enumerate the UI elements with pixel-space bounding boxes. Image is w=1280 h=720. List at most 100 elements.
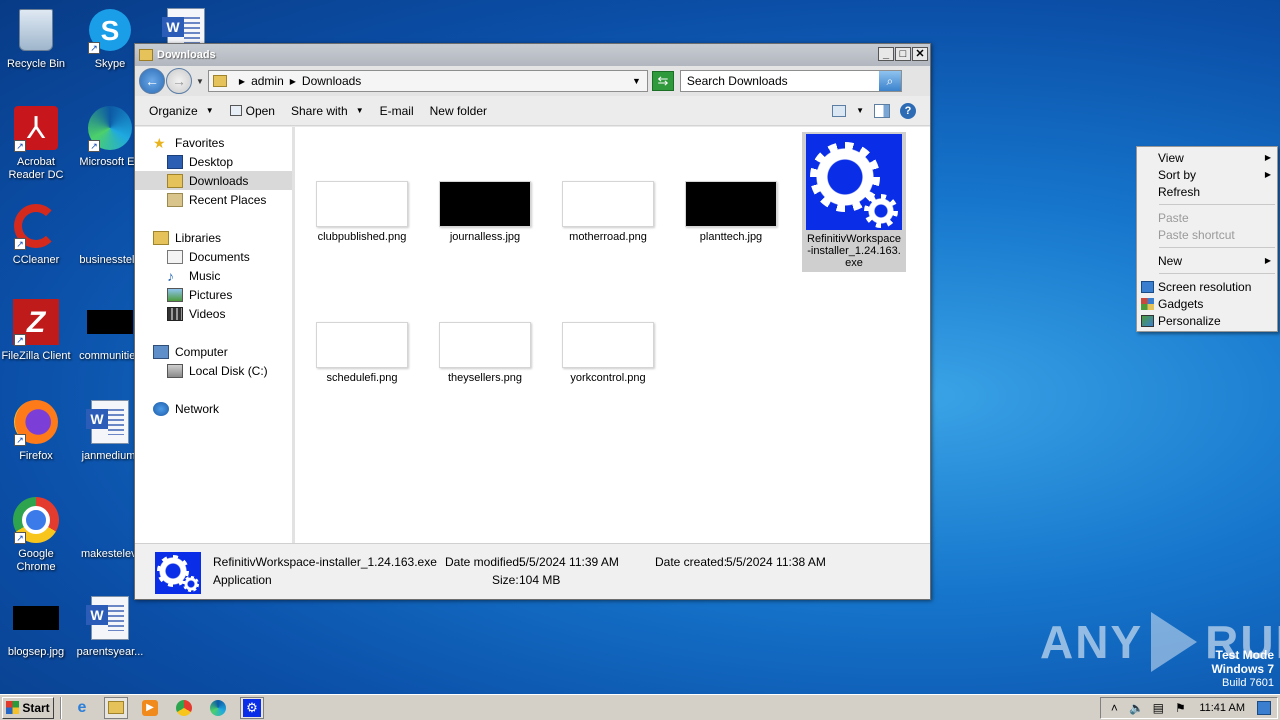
chevron-down-icon[interactable]: ▼ bbox=[856, 106, 864, 115]
test-mode-label: Test Mode Windows 7 Build 7601 bbox=[1211, 648, 1274, 690]
desktop-icon-filezilla[interactable]: Z ↗ FileZilla Client bbox=[0, 298, 74, 363]
desktop-icon-label: blogsep.jpg bbox=[7, 646, 65, 658]
music-icon: ♪ bbox=[167, 267, 174, 284]
taskbar-separator bbox=[60, 696, 62, 719]
nav-item-computer[interactable]: Computer bbox=[135, 342, 292, 361]
file-item[interactable]: motherroad.png bbox=[556, 181, 660, 243]
open-icon bbox=[229, 105, 242, 116]
file-item-selected[interactable]: RefinitivWorkspace -installer_1.24.163. … bbox=[802, 132, 906, 272]
file-item[interactable]: theysellers.png bbox=[433, 322, 537, 384]
chevron-right-icon[interactable]: ▶ bbox=[239, 77, 245, 86]
email-button[interactable]: E-mail bbox=[372, 99, 422, 123]
network-icon[interactable]: ▤ bbox=[1151, 701, 1165, 715]
recent-pages-dropdown[interactable]: ▼ bbox=[196, 77, 204, 86]
title-bar[interactable]: Downloads _ □ ✕ bbox=[135, 44, 930, 66]
maximize-button[interactable]: □ bbox=[895, 47, 911, 61]
nav-item-videos[interactable]: Videos bbox=[135, 304, 292, 323]
file-item[interactable]: clubpublished.png bbox=[310, 181, 414, 243]
menu-item-paste[interactable]: Paste bbox=[1137, 209, 1277, 226]
computer-icon bbox=[153, 344, 169, 359]
refresh-button[interactable]: ⇆ bbox=[651, 71, 674, 91]
details-date-modified-label: Date modified: bbox=[445, 555, 523, 569]
desktop-icon-acrobat[interactable]: ⅄ ↗ Acrobat Reader DC bbox=[0, 104, 74, 182]
nav-item-network[interactable]: Network bbox=[135, 399, 292, 418]
menu-item-screen-resolution[interactable]: Screen resolution bbox=[1137, 278, 1277, 295]
menu-item-new[interactable]: New ▶ bbox=[1137, 252, 1277, 269]
nav-item-libraries[interactable]: Libraries bbox=[135, 228, 292, 247]
address-bar[interactable]: ▶ admin ▶ Downloads ▼ bbox=[207, 70, 648, 92]
taskbar-edge[interactable] bbox=[206, 697, 230, 719]
nav-item-documents[interactable]: Documents bbox=[135, 247, 292, 266]
nav-item-recent-places[interactable]: Recent Places bbox=[135, 190, 292, 209]
edge-icon: ↗ bbox=[86, 104, 134, 152]
gadgets-icon bbox=[1141, 297, 1154, 310]
desktop-icon-blogsep[interactable]: blogsep.jpg bbox=[0, 594, 74, 659]
file-list[interactable]: clubpublished.png journalless.jpg mother… bbox=[295, 127, 930, 543]
desktop-icon-chrome[interactable]: ↗ Google Chrome bbox=[0, 496, 74, 574]
file-name: planttech.jpg bbox=[699, 231, 763, 243]
show-hidden-icons-icon[interactable]: ˄ bbox=[1107, 701, 1121, 715]
forward-button[interactable]: → bbox=[166, 68, 192, 94]
nav-item-desktop[interactable]: Desktop bbox=[135, 152, 292, 171]
desktop-icon-firefox[interactable]: ↗ Firefox bbox=[0, 398, 74, 463]
skype-icon: S ↗ bbox=[86, 6, 134, 54]
flag-icon[interactable]: ⚑ bbox=[1173, 701, 1187, 715]
taskbar-media-player[interactable]: ▶ bbox=[138, 697, 162, 719]
desktop-icon-ccleaner[interactable]: ↗ CCleaner bbox=[0, 202, 74, 267]
file-item[interactable]: yorkcontrol.png bbox=[556, 322, 660, 384]
details-date-created-label: Date created: bbox=[655, 555, 728, 569]
star-icon: ★ bbox=[153, 134, 166, 151]
preview-pane-icon[interactable] bbox=[874, 103, 890, 118]
breadcrumb-downloads[interactable]: Downloads bbox=[302, 74, 361, 88]
file-item[interactable]: planttech.jpg bbox=[679, 181, 783, 243]
menu-item-refresh[interactable]: Refresh bbox=[1137, 183, 1277, 200]
file-item[interactable]: schedulefi.png bbox=[310, 322, 414, 384]
menu-item-paste-shortcut[interactable]: Paste shortcut bbox=[1137, 226, 1277, 243]
new-folder-label: New folder bbox=[429, 103, 487, 118]
desktop-icon-parentsyear[interactable]: W parentsyear... bbox=[72, 594, 148, 659]
taskbar-ie[interactable]: e bbox=[70, 697, 94, 719]
new-folder-button[interactable]: New folder bbox=[422, 99, 495, 123]
help-icon[interactable]: ? bbox=[900, 102, 916, 119]
taskbar-chrome[interactable] bbox=[172, 697, 196, 719]
nav-item-pictures[interactable]: Pictures bbox=[135, 285, 292, 304]
change-view-icon[interactable] bbox=[832, 104, 847, 117]
file-name: theysellers.png bbox=[448, 372, 522, 384]
chevron-right-icon: ▶ bbox=[1264, 170, 1271, 179]
share-with-button[interactable]: Share with ▼ bbox=[283, 99, 372, 123]
show-desktop-icon[interactable] bbox=[1257, 700, 1271, 715]
menu-item-gadgets[interactable]: Gadgets bbox=[1137, 295, 1277, 312]
menu-item-personalize[interactable]: Personalize bbox=[1137, 312, 1277, 329]
taskbar-explorer[interactable] bbox=[104, 696, 128, 719]
chevron-right-icon: ▶ bbox=[1264, 256, 1271, 265]
open-button[interactable]: Open bbox=[222, 99, 283, 123]
folder-icon bbox=[108, 701, 124, 714]
nav-item-favorites[interactable]: ★ Favorites bbox=[135, 133, 292, 152]
volume-icon[interactable]: 🔈 bbox=[1129, 701, 1144, 715]
nav-label: Favorites bbox=[175, 135, 225, 150]
search-icon[interactable]: ⌕ bbox=[878, 71, 901, 91]
nav-item-local-disk[interactable]: Local Disk (C:) bbox=[135, 361, 292, 380]
details-size: 104 MB bbox=[519, 573, 561, 587]
taskbar-installer[interactable]: ⚙ bbox=[240, 696, 264, 719]
start-button[interactable]: Start bbox=[2, 696, 54, 719]
menu-item-sort-by[interactable]: Sort by ▶ bbox=[1137, 166, 1277, 183]
breadcrumb-admin[interactable]: admin bbox=[251, 74, 284, 88]
nav-item-downloads[interactable]: Downloads bbox=[135, 171, 292, 190]
image-thumbnail bbox=[316, 322, 408, 368]
close-button[interactable]: ✕ bbox=[912, 47, 928, 61]
desktop-icon-recycle-bin[interactable]: Recycle Bin bbox=[0, 6, 74, 71]
taskbar: Start e ▶ ⚙ ˄ 🔈 ▤ ⚑ 11:41 AM bbox=[0, 694, 1280, 720]
back-button[interactable]: ← bbox=[139, 68, 165, 94]
chevron-down-icon[interactable]: ▼ bbox=[632, 76, 641, 86]
search-input[interactable]: Search Downloads ⌕ bbox=[679, 70, 902, 92]
chevron-right-icon[interactable]: ▶ bbox=[290, 77, 296, 86]
nav-item-music[interactable]: ♪ Music bbox=[135, 266, 292, 285]
explorer-window[interactable]: Downloads _ □ ✕ ← → ▼ ▶ admin ▶ Download… bbox=[134, 43, 931, 600]
menu-item-view[interactable]: View ▶ bbox=[1137, 149, 1277, 166]
file-item[interactable]: journalless.jpg bbox=[433, 181, 537, 243]
minimize-button[interactable]: _ bbox=[878, 47, 894, 61]
details-size-label: Size: bbox=[492, 573, 519, 587]
organize-button[interactable]: Organize ▼ bbox=[141, 99, 222, 123]
clock[interactable]: 11:41 AM bbox=[1199, 702, 1245, 714]
